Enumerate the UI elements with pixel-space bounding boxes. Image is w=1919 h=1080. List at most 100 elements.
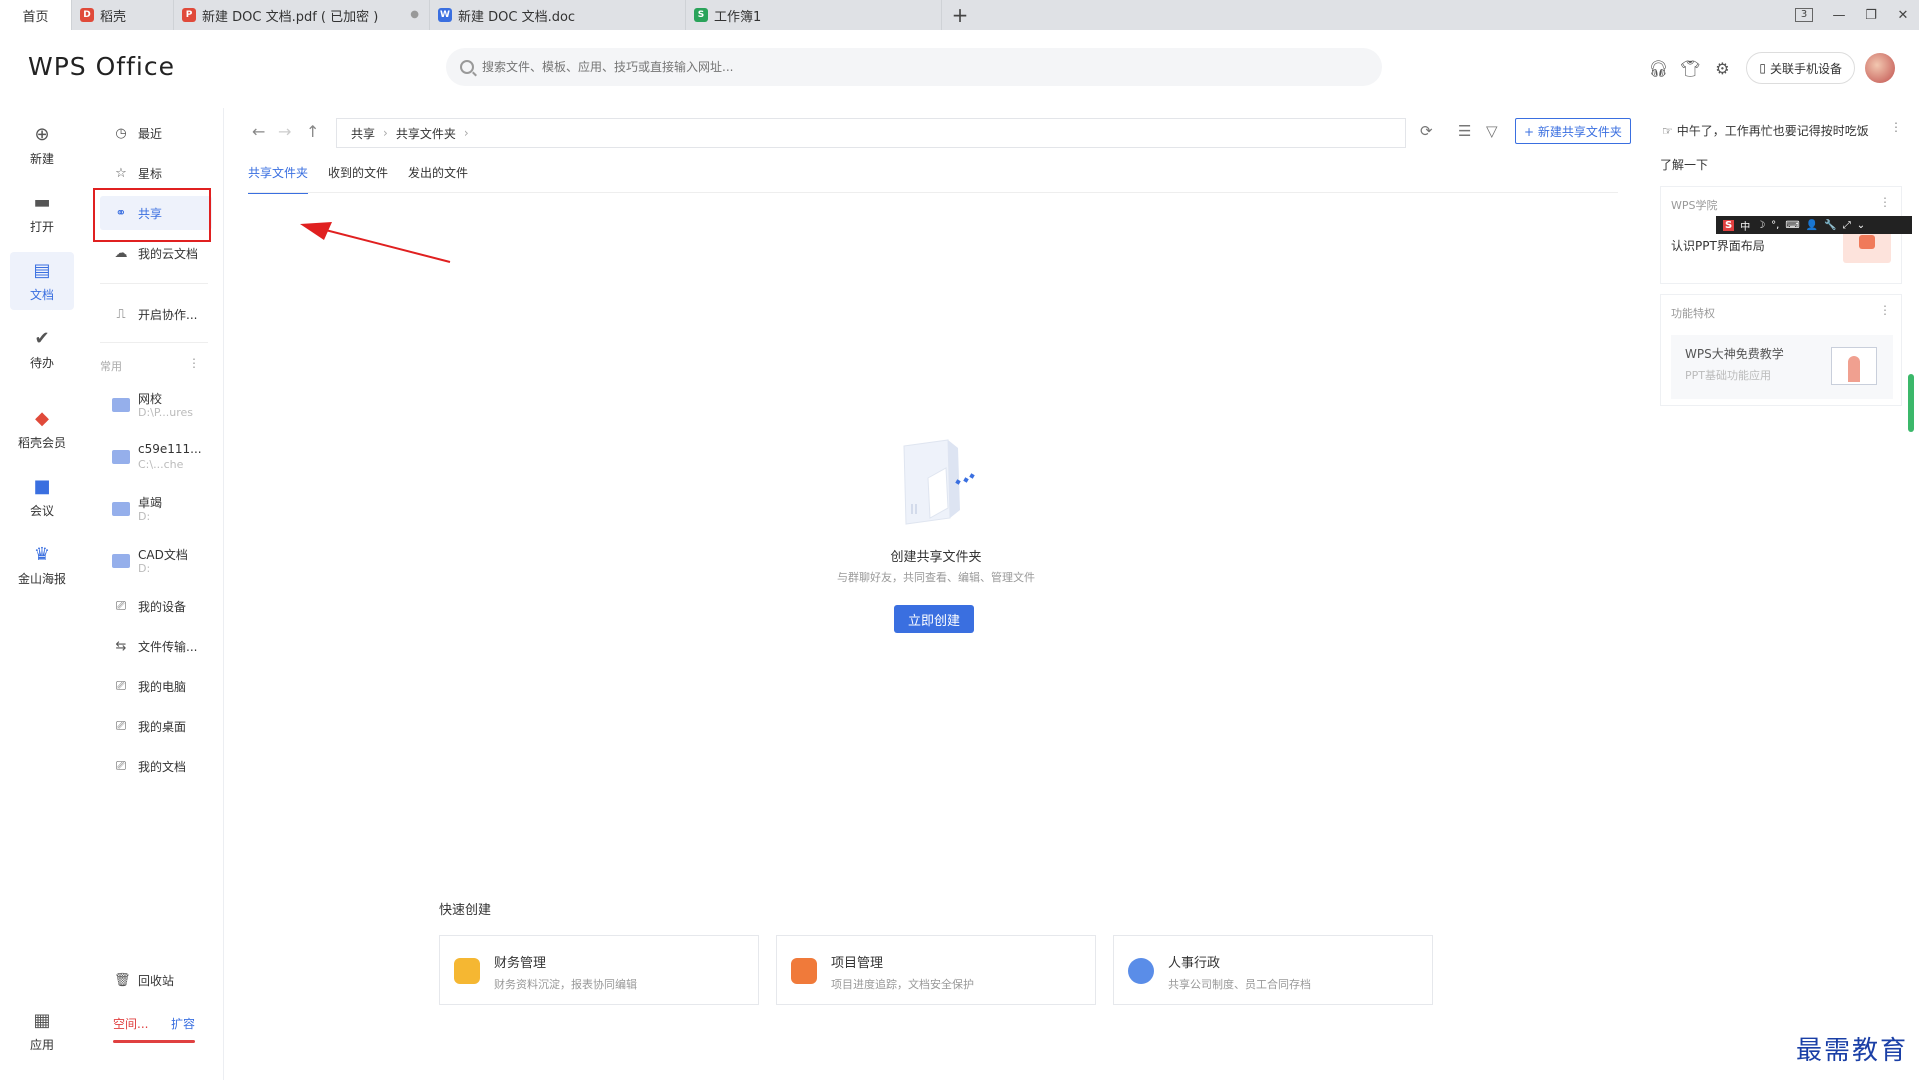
rail-open[interactable]: ▬ 打开 [10,184,74,242]
more-icon[interactable]: ⋮ [1879,195,1891,209]
tab-sheet[interactable]: S 工作簿1 [686,0,942,30]
chevron-down-icon[interactable]: ⌄ [1857,220,1865,231]
nav-my-desktop[interactable]: ⎚ 我的桌面 [100,709,212,743]
restore-icon[interactable]: ❐ [1855,8,1887,23]
moon-icon[interactable]: ☽ [1756,220,1765,231]
folder-icon [112,502,130,516]
pdf-icon: P [182,8,196,22]
skin-icon[interactable]: 👕︎ [1674,59,1706,78]
new-tab-button[interactable]: + [942,0,978,30]
phone-icon: ▯ [1759,61,1766,75]
subtabs: 共享文件夹 收到的文件 发出的文件 [248,164,488,194]
academy-card[interactable]: WPS学院 ⋮ 认识PPT界面布局 [1660,186,1902,284]
minimize-icon[interactable]: — [1823,8,1855,23]
divider [248,192,1618,193]
more-icon[interactable]: ⋮ [188,356,200,370]
nav-my-documents[interactable]: ⎚ 我的文档 [100,749,212,783]
back-icon[interactable]: ← [252,122,265,141]
nav-my-device[interactable]: ⎚ 我的设备 [100,589,212,623]
folder-item[interactable]: 卓竭 D: [110,492,220,532]
folder-icon [112,450,130,464]
link-phone-button[interactable]: ▯ 关联手机设备 [1746,52,1855,84]
more-icon[interactable]: ⋮ [1890,120,1902,134]
quick-create-title: 快速创建 [439,903,492,918]
ime-mode-icon[interactable]: 中 [1740,218,1750,233]
folder-item[interactable]: CAD文档 D: [110,544,220,584]
tab-doc[interactable]: W 新建 DOC 文档.doc [430,0,686,30]
quick-card-finance[interactable]: 财务管理 财务资料沉淀，报表协同编辑 [439,935,759,1005]
filter-icon[interactable]: ▽ [1486,122,1498,140]
rail-docs[interactable]: ▤ 文档 [10,252,74,310]
user-icon[interactable]: 👤 [1806,220,1818,231]
folder-item[interactable]: c59e111... C:\...che [110,440,220,480]
nav-recent[interactable]: ◷ 最近 [100,116,212,150]
list-view-icon[interactable]: ☰ [1458,122,1471,140]
privilege-card[interactable]: 功能特权 ⋮ WPS大神免费教学 PPT基础功能应用 [1660,294,1902,406]
search-input[interactable] [482,60,1282,74]
sogou-icon[interactable]: S [1723,219,1735,231]
learn-more-link[interactable]: 了解一下 [1660,156,1708,173]
create-now-button[interactable]: 立即创建 [894,605,974,633]
punctuation-icon[interactable]: °, [1771,220,1779,231]
document-icon: ▤ [33,260,51,281]
tab-docer[interactable]: D 稻壳 [72,0,174,30]
keyboard-icon[interactable]: ⌨ [1785,220,1799,231]
device-icon: ⎚ [115,598,127,614]
quick-card-project[interactable]: 项目管理 项目进度追踪，文档安全保护 [776,935,1096,1005]
documents-icon: ⎚ [115,758,127,774]
people-icon [1128,958,1154,984]
forward-icon[interactable]: → [278,122,291,141]
space-label: 空间... [113,1017,149,1031]
tab-pdf[interactable]: P 新建 DOC 文档.pdf ( 已加密 ) ● [174,0,430,30]
folder-item[interactable]: 网校 D:\P...ures [110,388,220,428]
nav-collab[interactable]: ⎍ 开启协作... [100,297,212,331]
header-actions: 🎧︎ 👕︎ ⚙ ▯ 关联手机设备 [1642,52,1895,84]
ime-toolbar[interactable]: S 中 ☽ °, ⌨ 👤 🔧 ⤢ ⌄ [1716,216,1912,234]
tab-received-files[interactable]: 收到的文件 [328,164,388,194]
close-window-icon[interactable]: ✕ [1887,8,1919,23]
feature-banner[interactable]: WPS大神免费教学 PPT基础功能应用 [1671,335,1893,399]
wrench-icon[interactable]: 🔧 [1824,220,1836,231]
more-icon[interactable]: ⋮ [1879,303,1891,317]
nav-recycle[interactable]: 🗑︎ 回收站 [100,963,212,997]
cloud-icon: ☁ [114,245,128,261]
gear-icon[interactable]: ⚙ [1706,59,1738,78]
plus-circle-icon: ⊕ [34,124,50,145]
avatar[interactable] [1865,53,1895,83]
rail-docer-vip[interactable]: ◆ 稻壳会员 [10,400,74,458]
tab-sent-files[interactable]: 发出的文件 [408,164,468,194]
chevron-right-icon: › [383,126,388,140]
star-icon: ☆ [115,165,127,181]
headset-icon[interactable]: 🎧︎ [1642,59,1674,78]
rail-apps[interactable]: ▦ 应用 [10,1002,74,1060]
nav-cloud[interactable]: ☁ 我的云文档 [100,236,212,270]
breadcrumb: 共享 › 共享文件夹 › [336,118,1406,148]
close-icon[interactable]: ● [410,9,419,20]
quick-card-hr[interactable]: 人事行政 共享公司制度、员工合同存档 [1113,935,1433,1005]
rail-todo[interactable]: ✔ 待办 [10,320,74,378]
rail-new[interactable]: ⊕ 新建 [10,116,74,174]
search-box[interactable] [446,48,1382,86]
nav-my-computer[interactable]: ⎚ 我的电脑 [100,669,212,703]
breadcrumb-item[interactable]: 共享 [351,125,375,142]
tab-share-folder[interactable]: 共享文件夹 [248,164,309,194]
rail-meeting[interactable]: ■ 会议 [10,468,74,526]
rail-poster[interactable]: ♛ 金山海报 [10,536,74,594]
new-share-folder-button[interactable]: + 新建共享文件夹 [1515,118,1631,144]
refresh-icon[interactable]: ⟳ [1420,122,1433,140]
nav-file-transfer[interactable]: ⇆ 文件传输... [100,629,212,663]
divider [100,342,208,343]
scrollbar[interactable] [1908,374,1914,432]
docer-icon: ◆ [35,408,49,429]
window-count-icon[interactable]: 3 [1795,8,1813,22]
tab-home[interactable]: 首页 [0,0,72,30]
breadcrumb-item[interactable]: 共享文件夹 [396,125,456,142]
empty-folder-illustration [903,439,975,525]
check-icon: ✔ [34,328,50,349]
expand-icon[interactable]: ⤢ [1843,220,1851,231]
highlight-box [93,188,211,242]
chevron-right-icon: › [463,126,469,140]
up-icon[interactable]: ↑ [306,122,319,141]
nav-star[interactable]: ☆ 星标 [100,156,212,190]
expand-link[interactable]: 扩容 [171,1015,195,1032]
